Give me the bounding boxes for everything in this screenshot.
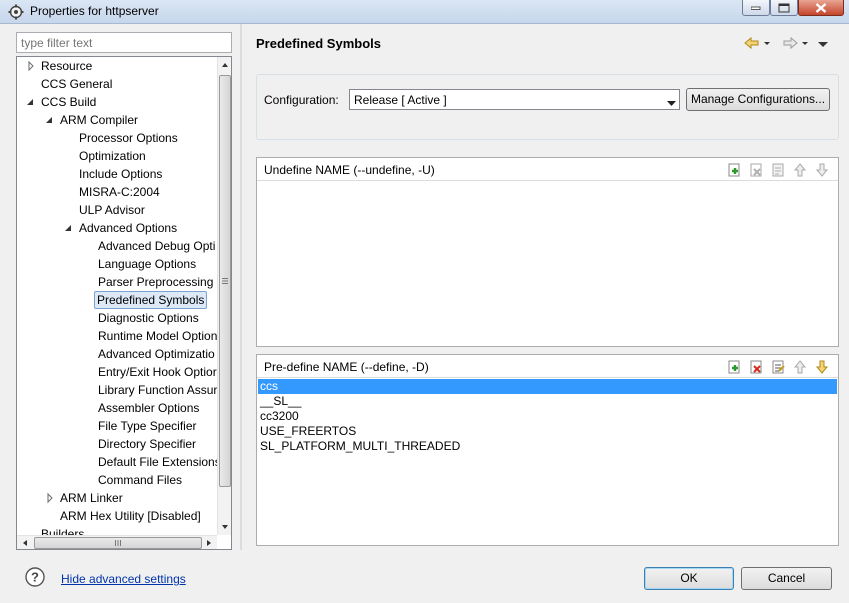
- configuration-label: Configuration:: [264, 93, 339, 107]
- tree-item-label: Assembler Options: [98, 401, 200, 415]
- tree-item-label: Optimization: [79, 149, 146, 163]
- tree-item-label: Advanced Optimizatio: [98, 347, 215, 361]
- undefine-list[interactable]: [257, 180, 838, 346]
- collapse-arrow-icon[interactable]: [64, 219, 74, 237]
- tree-item-label: MISRA-C:2004: [79, 185, 160, 199]
- move-down-icon[interactable]: [814, 162, 830, 178]
- tree-item-label: Diagnostic Options: [98, 311, 199, 325]
- scroll-down-arrow-icon[interactable]: [218, 519, 231, 535]
- list-item[interactable]: USE_FREERTOS: [258, 424, 837, 439]
- back-arrow-icon: [744, 36, 770, 55]
- tree-items: Resource CCS General CCS Build ARM Compi…: [17, 57, 217, 535]
- tree-item-label: Default File Extensions: [98, 455, 217, 469]
- hide-advanced-settings-link[interactable]: Hide advanced settings: [61, 572, 186, 586]
- tree-item-label: CCS General: [41, 77, 113, 91]
- list-item[interactable]: ccs: [258, 379, 837, 394]
- add-icon[interactable]: [726, 359, 742, 375]
- title-bar[interactable]: Properties for httpserver: [0, 0, 849, 24]
- list-item[interactable]: SL_PLATFORM_MULTI_THREADED: [258, 439, 837, 454]
- svg-text:?: ?: [31, 570, 39, 585]
- tree-item-label: Entry/Exit Hook Optior: [98, 365, 217, 379]
- tree-item-label: Resource: [41, 59, 93, 73]
- properties-icon: [8, 4, 24, 20]
- tree-item-label: ARM Linker: [60, 491, 123, 505]
- undefine-toolbar: [726, 162, 832, 178]
- help-icon[interactable]: ?: [25, 567, 45, 587]
- delete-icon[interactable]: [748, 359, 764, 375]
- view-menu-button[interactable]: [816, 36, 830, 52]
- tree-horizontal-scrollbar[interactable]: [17, 535, 217, 549]
- predefine-toolbar: [726, 359, 832, 375]
- tree-item-label: ARM Compiler: [60, 113, 139, 127]
- forward-button[interactable]: [782, 36, 808, 52]
- move-up-icon[interactable]: [792, 162, 808, 178]
- tree-item-label: ARM Hex Utility [Disabled]: [60, 509, 201, 523]
- dropdown-arrow-icon: [667, 96, 676, 110]
- expand-arrow-icon[interactable]: [45, 489, 55, 507]
- tree-item-label: Directory Specifier: [98, 437, 197, 451]
- tree-item-label: File Type Specifier: [98, 419, 197, 433]
- pane-divider[interactable]: [240, 24, 242, 550]
- forward-arrow-icon: [782, 36, 808, 55]
- tree-vertical-scrollbar[interactable]: [217, 57, 231, 535]
- add-icon[interactable]: [726, 162, 742, 178]
- expand-arrow-icon[interactable]: [26, 57, 36, 75]
- category-tree[interactable]: Resource CCS General CCS Build ARM Compi…: [16, 56, 232, 550]
- tree-item-label: Predefined Symbols: [94, 291, 208, 309]
- undefine-panel: Undefine NAME (--undefine, -U): [256, 157, 839, 347]
- undefine-panel-title: Undefine NAME (--undefine, -U): [264, 163, 435, 177]
- tree-item-label: Library Function Assur: [98, 383, 217, 397]
- scroll-left-arrow-icon[interactable]: [17, 536, 33, 549]
- scroll-thumb[interactable]: [34, 537, 202, 549]
- tree-item-label: Advanced Debug Opti: [98, 239, 216, 253]
- scroll-right-arrow-icon[interactable]: [201, 536, 217, 549]
- close-button[interactable]: [798, 0, 844, 16]
- filter-input-box[interactable]: [16, 32, 232, 53]
- minimize-button[interactable]: [742, 0, 770, 16]
- list-item[interactable]: __SL__: [258, 394, 837, 409]
- configuration-value: Release [ Active ]: [354, 93, 447, 107]
- ok-button[interactable]: OK: [644, 567, 734, 590]
- configuration-select[interactable]: Release [ Active ]: [349, 89, 680, 110]
- predefine-panel-title: Pre-define NAME (--define, -D): [264, 360, 429, 374]
- back-button[interactable]: [744, 36, 770, 52]
- page-title: Predefined Symbols: [256, 36, 381, 51]
- view-menu-icon: [816, 41, 830, 55]
- scroll-thumb[interactable]: [219, 75, 231, 487]
- cancel-button[interactable]: Cancel: [741, 567, 832, 590]
- edit-icon[interactable]: [770, 359, 786, 375]
- collapse-arrow-icon[interactable]: [26, 93, 36, 111]
- window-title: Properties for httpserver: [30, 4, 159, 18]
- manage-configurations-button[interactable]: Manage Configurations...: [686, 88, 830, 111]
- tree-item-label: Advanced Options: [79, 221, 178, 235]
- collapse-arrow-icon[interactable]: [45, 111, 55, 129]
- predefine-list[interactable]: ccs __SL__ cc3200 USE_FREERTOS SL_PLATFO…: [257, 377, 838, 545]
- tree-item-label: Builders: [41, 527, 85, 535]
- tree-item-label: Runtime Model Option: [98, 329, 217, 343]
- filter-input[interactable]: [17, 33, 231, 52]
- scroll-up-arrow-icon[interactable]: [218, 57, 231, 73]
- tree-item-label: ULP Advisor: [79, 203, 145, 217]
- list-item[interactable]: cc3200: [258, 409, 837, 424]
- tree-item-label: Processor Options: [79, 131, 178, 145]
- move-up-icon[interactable]: [792, 359, 808, 375]
- move-down-icon[interactable]: [814, 359, 830, 375]
- tree-item-label: Parser Preprocessing C: [98, 275, 217, 289]
- tree-item-label: Include Options: [79, 167, 163, 181]
- edit-icon[interactable]: [770, 162, 786, 178]
- tree-item-label: Language Options: [98, 257, 197, 271]
- delete-icon[interactable]: [748, 162, 764, 178]
- predefine-panel: Pre-define NAME (--define, -D) ccs __SL_…: [256, 354, 839, 546]
- tree-item-label: CCS Build: [41, 95, 97, 109]
- maximize-button[interactable]: [770, 0, 798, 16]
- tree-item-label: Command Files: [98, 473, 183, 487]
